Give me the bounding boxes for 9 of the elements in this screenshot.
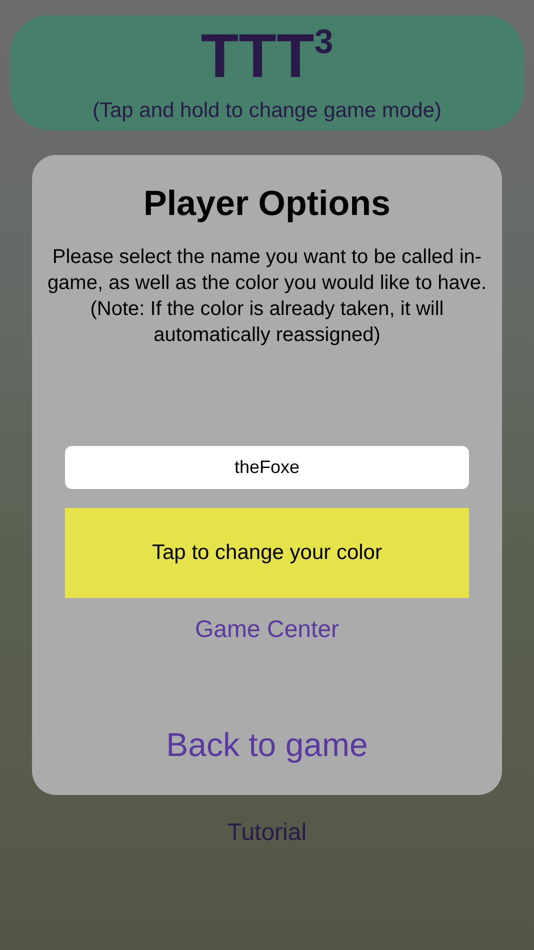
tutorial-link[interactable]: Tutorial bbox=[227, 815, 307, 851]
game-mode-hint[interactable]: (Tap and hold to change game mode) bbox=[10, 95, 524, 126]
name-field[interactable]: theFoxe bbox=[65, 446, 469, 488]
dialog-message: Please select the name you want to be called in-game, as well as the color you would like to have. (Note: If the color is already taken, it will automatically reassigned) bbox=[46, 244, 488, 348]
color-button[interactable]: Tap to change your color bbox=[65, 508, 469, 598]
game-center-link[interactable]: Game Center bbox=[194, 612, 340, 648]
back-to-game-link[interactable]: Back to game bbox=[166, 720, 368, 769]
app-title: TTT$^{3}$ bbox=[200, 29, 334, 85]
dialog-title: Player Options bbox=[142, 185, 392, 224]
